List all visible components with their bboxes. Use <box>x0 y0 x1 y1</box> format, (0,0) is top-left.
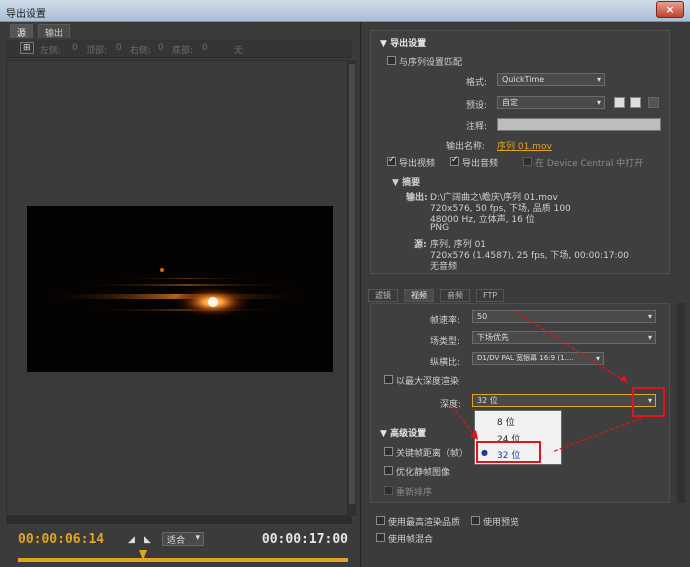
tab-video[interactable]: 视频 <box>404 289 434 302</box>
framerate-value: 50 <box>477 312 488 321</box>
aspect-select[interactable]: D1/DV PAL 宽银幕 16:9 (1.... ▾ <box>472 352 604 365</box>
device-central-checkbox[interactable] <box>523 157 532 166</box>
preset-select[interactable]: 自定 ▾ <box>497 96 605 109</box>
preset-value: 自定 <box>502 98 518 107</box>
summary-source-line: 无音频 <box>430 262 458 272</box>
fit-select-value: 适合 <box>167 536 186 546</box>
horizontal-scrollbar[interactable] <box>6 516 352 524</box>
use-preview-checkbox[interactable] <box>471 516 480 525</box>
max-quality-label: 使用最高渲染品质 <box>388 518 461 528</box>
video-frame <box>27 206 333 372</box>
format-select[interactable]: QuickTime ▾ <box>497 73 605 86</box>
crop-right-value[interactable]: 0 <box>158 43 164 53</box>
keyframe-checkbox[interactable] <box>384 447 393 456</box>
export-video-label: 导出视频 <box>399 159 436 169</box>
preview-panel: 源 输出 ⊞ 左侧: 0 顶部: 0 右侧: 0 底部: 0 无 00:00:0… <box>4 22 356 567</box>
advanced-heading[interactable]: ▼ 高级设置 <box>380 426 426 439</box>
aspect-label: 纵横比: <box>430 358 461 368</box>
format-label: 格式: <box>466 78 488 88</box>
lens-flare-image <box>47 268 307 318</box>
crop-icon[interactable]: ⊞ <box>20 42 34 54</box>
output-name-link[interactable]: 序列 01.mov <box>497 139 552 152</box>
max-quality-checkbox[interactable] <box>376 516 385 525</box>
depth-option[interactable]: 8 位 <box>497 415 515 428</box>
highlight-box <box>632 387 665 417</box>
crop-top-value[interactable]: 0 <box>116 43 122 53</box>
tab-output[interactable]: 输出 <box>38 24 71 39</box>
device-central-label: 在 Device Central 中打开 <box>535 159 644 169</box>
chevron-down-icon: ▾ <box>595 354 600 363</box>
summary-source-label: 源: <box>414 240 427 250</box>
close-button[interactable]: × <box>656 1 684 18</box>
current-timecode[interactable]: 00:00:06:14 <box>18 532 104 547</box>
set-in-point-icon[interactable]: ◢ <box>128 535 135 545</box>
fieldtype-label: 场类型: <box>430 337 461 347</box>
tab-filters[interactable]: 滤镜 <box>368 289 398 302</box>
summary-output-line: PNG <box>430 223 450 233</box>
settings-scrollbar[interactable] <box>677 303 685 503</box>
frame-blend-checkbox[interactable] <box>376 533 385 542</box>
comment-input[interactable] <box>497 118 661 131</box>
highlight-box <box>476 441 541 463</box>
match-sequence-label: 与序列设置匹配 <box>399 58 463 68</box>
preset-label: 预设: <box>466 101 488 111</box>
export-heading[interactable]: ▼ 导出设置 <box>380 36 426 49</box>
save-preset-icon[interactable] <box>614 97 625 108</box>
use-preview-label: 使用预览 <box>483 518 520 528</box>
crop-top-label: 顶部: <box>86 46 108 56</box>
frame-reorder-checkbox[interactable] <box>384 486 393 495</box>
export-audio-label: 导出音频 <box>462 159 499 169</box>
format-value: QuickTime <box>502 75 545 84</box>
chevron-down-icon: ▾ <box>647 333 652 342</box>
fieldtype-value: 下场优先 <box>477 333 509 342</box>
chevron-down-icon: ▾ <box>596 98 601 107</box>
depth-label: 深度: <box>440 400 462 410</box>
depth-select[interactable]: 32 位 ▾ <box>472 394 656 407</box>
window-title: 导出设置 <box>6 9 46 20</box>
summary-output-label: 输出: <box>406 193 428 203</box>
crop-toolbar: ⊞ 左侧: 0 顶部: 0 右侧: 0 底部: 0 无 <box>6 40 352 58</box>
crop-bottom-label: 底部: <box>172 46 194 56</box>
tab-audio[interactable]: 音频 <box>440 289 470 302</box>
frame-reorder-label: 重新排序 <box>396 488 433 498</box>
end-timecode: 00:00:17:00 <box>261 532 348 547</box>
optimize-checkbox[interactable] <box>384 466 393 475</box>
crop-left-label: 左侧: <box>40 46 62 56</box>
viewer-scrollbar[interactable] <box>348 60 356 516</box>
summary-source-line: 720x576 (1.4587), 25 fps, 下场, 00:00:17:0… <box>430 251 630 261</box>
match-sequence-checkbox[interactable] <box>387 56 396 65</box>
keyframe-label: 关键帧距离（帧） <box>396 449 469 459</box>
set-out-point-icon[interactable]: ◣ <box>144 535 151 545</box>
optimize-label: 优化静帧图像 <box>396 468 451 478</box>
aspect-value: D1/DV PAL 宽银幕 16:9 (1.... <box>477 354 574 362</box>
frame-blend-label: 使用帧混合 <box>388 535 434 545</box>
export-video-checkbox[interactable] <box>387 155 396 166</box>
window-titlebar: 导出设置 × <box>0 0 690 22</box>
fit-select[interactable]: 适合 ▾ <box>162 532 204 546</box>
max-depth-checkbox[interactable] <box>384 375 393 384</box>
crop-left-value[interactable]: 0 <box>72 43 78 53</box>
crop-right-label: 右侧: <box>130 46 152 56</box>
depth-value: 32 位 <box>477 396 498 405</box>
chevron-down-icon: ▾ <box>195 533 200 543</box>
fieldtype-select[interactable]: 下场优先 ▾ <box>472 331 656 344</box>
tab-source[interactable]: 源 <box>10 24 34 39</box>
chevron-down-icon: ▾ <box>647 312 652 321</box>
crop-bottom-value[interactable]: 0 <box>202 43 208 53</box>
delete-preset-icon[interactable] <box>648 97 659 108</box>
export-audio-checkbox[interactable] <box>450 155 459 166</box>
import-preset-icon[interactable] <box>630 97 641 108</box>
summary-heading[interactable]: ▼ 摘要 <box>392 175 420 188</box>
tab-ftp[interactable]: FTP <box>476 289 505 302</box>
chevron-down-icon: ▾ <box>596 75 601 84</box>
framerate-label: 帧速率: <box>430 316 461 326</box>
crop-ratio-select[interactable]: 无 <box>234 43 243 56</box>
video-viewer <box>6 60 348 516</box>
framerate-select[interactable]: 50 ▾ <box>472 310 656 323</box>
output-name-label: 输出名称: <box>446 142 486 152</box>
comment-label: 注释: <box>466 122 488 132</box>
max-depth-label: 以最大深度渲染 <box>396 377 460 387</box>
timeline-scrubber[interactable] <box>18 558 348 562</box>
